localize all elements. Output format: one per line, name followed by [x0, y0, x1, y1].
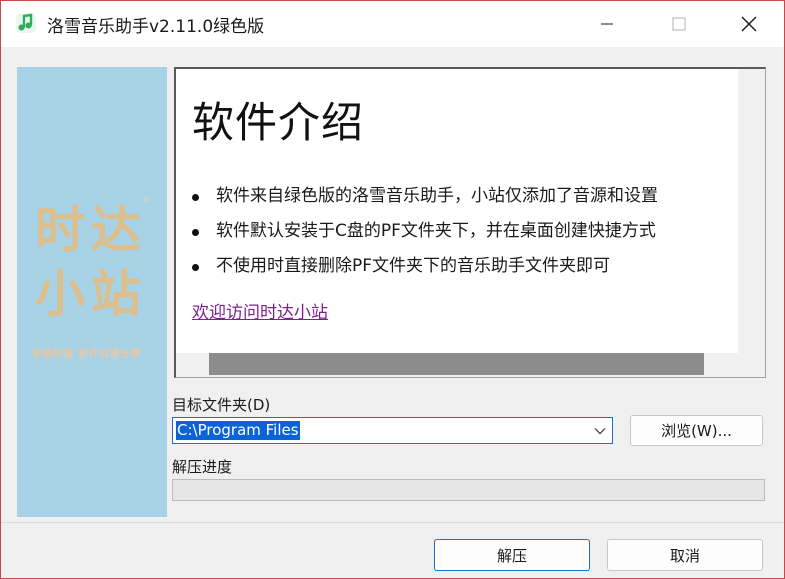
list-item: 不使用时直接删除PF文件夹下的音乐助手文件夹即可 [192, 249, 658, 284]
target-folder-label: 目标文件夹(D) [172, 396, 271, 414]
list-item-text: 软件来自绿色版的洛雪音乐助手，小站仅添加了音源和设置 [216, 186, 658, 206]
list-item: 软件默认安装于C盘的PF文件夹下，并在桌面创建快捷方式 [192, 214, 658, 249]
installer-window: 洛雪音乐助手v2.11.0绿色版 时 达 小 站 ® 系统封装 软件资源分享 软… [0, 0, 785, 579]
music-note-app-icon [16, 13, 36, 33]
registered-mark: ® [142, 195, 150, 204]
extract-button[interactable]: 解压 [434, 539, 590, 571]
bullet-icon [192, 194, 199, 201]
target-folder-value[interactable]: C:\Program Files [176, 421, 300, 440]
logo-char: 时 [35, 200, 85, 259]
close-button[interactable] [721, 1, 777, 47]
cancel-button[interactable]: 取消 [607, 539, 763, 571]
maximize-button[interactable] [651, 1, 707, 47]
intro-heading: 软件介绍 [192, 98, 365, 147]
vertical-scrollbar[interactable] [738, 69, 765, 353]
brand-banner: 时 达 小 站 ® 系统封装 软件资源分享 [17, 67, 167, 517]
extract-progress-bar [172, 479, 765, 501]
list-item-text: 不使用时直接删除PF文件夹下的音乐助手文件夹即可 [216, 256, 611, 276]
intro-panel[interactable]: 软件介绍 软件来自绿色版的洛雪音乐助手，小站仅添加了音源和设置 软件默认安装于C… [174, 67, 766, 378]
chevron-down-icon[interactable] [594, 425, 606, 437]
window-title: 洛雪音乐助手v2.11.0绿色版 [47, 17, 265, 37]
progress-label: 解压进度 [172, 458, 233, 476]
close-icon [741, 16, 757, 32]
intro-list: 软件来自绿色版的洛雪音乐助手，小站仅添加了音源和设置 软件默认安装于C盘的PF文… [192, 179, 658, 284]
list-item-text: 软件默认安装于C盘的PF文件夹下，并在桌面创建快捷方式 [216, 221, 656, 241]
logo-char: 站 [91, 264, 141, 323]
client-area: 时 达 小 站 ® 系统封装 软件资源分享 软件介绍 软件来自绿色版的洛雪音乐助… [1, 47, 784, 578]
logo-char: 达 [91, 200, 141, 259]
title-bar[interactable]: 洛雪音乐助手v2.11.0绿色版 [1, 1, 784, 47]
tagline-part2: 软件资源分享 [77, 349, 141, 360]
target-folder-combobox[interactable]: C:\Program Files [172, 417, 613, 444]
list-item: 软件来自绿色版的洛雪音乐助手，小站仅添加了音源和设置 [192, 179, 658, 214]
maximize-icon [672, 17, 686, 31]
intro-content: 软件介绍 软件来自绿色版的洛雪音乐助手，小站仅添加了音源和设置 软件默认安装于C… [176, 69, 738, 353]
logo-char: 小 [35, 264, 85, 323]
bullet-icon [192, 264, 199, 271]
horizontal-scrollbar[interactable] [176, 353, 765, 377]
tagline-part1: 系统封装 [32, 349, 74, 360]
bullet-icon [192, 229, 199, 236]
browse-button[interactable]: 浏览(W)... [630, 415, 763, 446]
visit-site-link[interactable]: 欢迎访问时达小站 [192, 298, 328, 323]
minimize-icon [601, 23, 613, 25]
banner-tagline: 系统封装 软件资源分享 [32, 345, 141, 360]
footer-divider [1, 522, 784, 523]
scrollbar-thumb[interactable] [209, 353, 704, 375]
minimize-button[interactable] [579, 1, 635, 47]
